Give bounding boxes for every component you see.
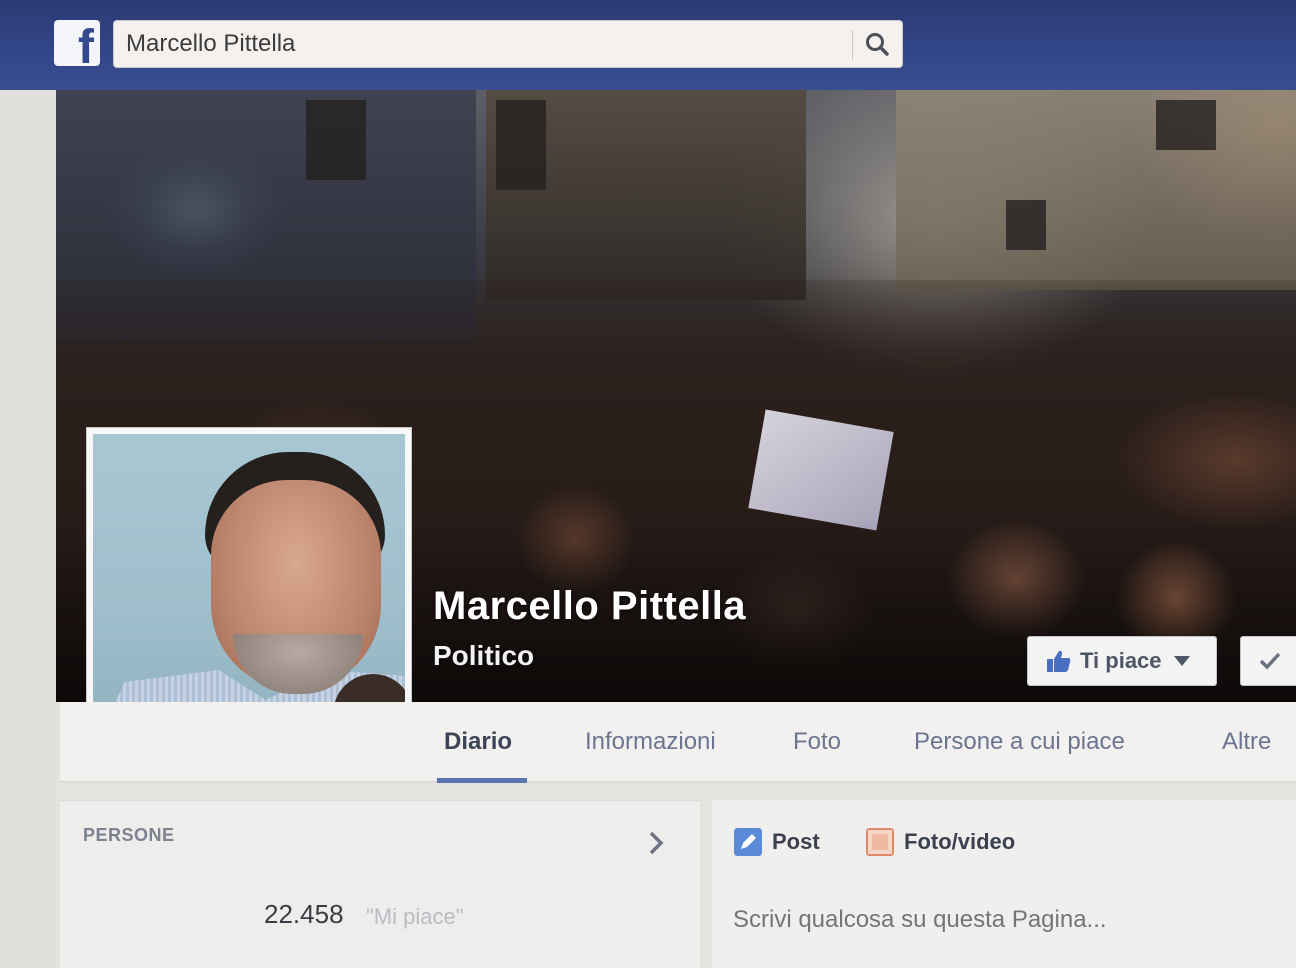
likes-count: 22.458	[264, 899, 344, 929]
left-margin	[0, 90, 56, 968]
caret-down-icon	[1173, 656, 1190, 666]
profile-picture[interactable]	[93, 434, 405, 742]
search-input[interactable]	[126, 29, 846, 59]
tab-persone-a-cui-piace[interactable]: Persone a cui piace	[914, 728, 1125, 756]
facebook-logo[interactable]: f	[54, 20, 100, 66]
search-icon	[866, 33, 889, 56]
like-button[interactable]: Ti piace	[1027, 636, 1217, 686]
search-box	[113, 20, 903, 68]
page-category[interactable]: Politico	[433, 640, 534, 672]
composer-input[interactable]	[733, 906, 1293, 934]
composer-photo-video-label: Foto/video	[904, 829, 1016, 854]
active-tab-indicator	[437, 778, 527, 783]
tab-diario[interactable]: Diario	[444, 728, 512, 756]
composer-panel	[712, 800, 1296, 968]
likes-label: "Mi piace"	[366, 904, 464, 929]
follow-button[interactable]	[1240, 636, 1296, 686]
search-button[interactable]	[855, 22, 899, 66]
photo-icon	[866, 828, 894, 856]
composer-photo-video-tab[interactable]: Foto/video	[866, 828, 1015, 856]
search-divider	[852, 30, 853, 60]
top-bar: f	[0, 0, 1296, 90]
like-button-label: Ti piace	[1080, 648, 1162, 673]
page-name[interactable]: Marcello Pittella	[433, 584, 746, 629]
profile-picture-frame[interactable]	[86, 427, 412, 749]
pencil-icon	[734, 828, 762, 856]
tab-foto[interactable]: Foto	[793, 728, 841, 756]
tab-altre[interactable]: Altre	[1222, 728, 1271, 756]
chevron-right-icon[interactable]	[646, 830, 666, 861]
tab-informazioni[interactable]: Informazioni	[585, 728, 716, 756]
composer-post-tab[interactable]: Post	[734, 828, 820, 856]
composer-post-label: Post	[772, 829, 820, 854]
thumbs-up-icon	[1047, 650, 1071, 672]
people-section-title: PERSONE	[83, 825, 175, 845]
check-icon	[1259, 652, 1281, 670]
